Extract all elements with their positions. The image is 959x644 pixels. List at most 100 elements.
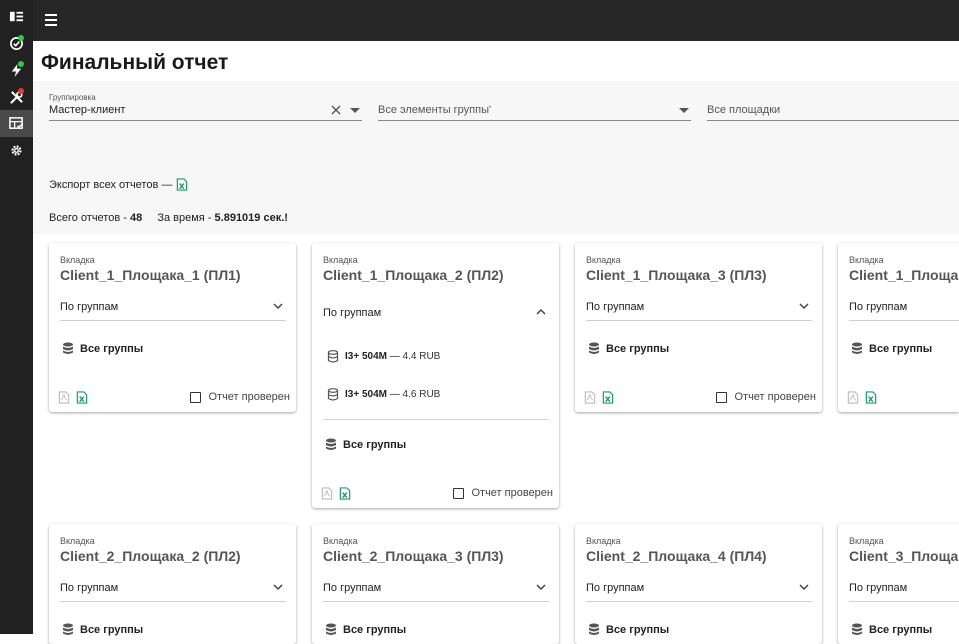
dropdown-caret-icon[interactable] <box>679 108 689 113</box>
chevron-down-icon <box>273 584 283 591</box>
checkbox-icon <box>716 391 728 403</box>
report-icon <box>9 117 24 129</box>
verified-checkbox[interactable]: Отчет проверен <box>716 391 816 403</box>
dropdown-caret-icon[interactable] <box>350 108 360 113</box>
rail-lightning-button[interactable] <box>0 57 33 84</box>
group-select[interactable]: По группам <box>323 578 549 602</box>
group-item-name: I3+ 504M <box>345 351 387 362</box>
card-title: Client_1_Площака_2 (ПЛ2) <box>323 267 504 283</box>
database-icon <box>327 350 339 363</box>
report-card: Вкладка Client_2_Площака_2 (ПЛ2) По груп… <box>49 524 296 644</box>
group-item-name: I3+ 504M <box>345 389 387 400</box>
group-elements-placeholder: Все элементы группы' <box>378 104 492 116</box>
card-caption: Вкладка <box>323 255 358 265</box>
group-item: I3+ 504M — 4.6 RUB <box>327 388 440 401</box>
card-footer <box>847 390 953 406</box>
rail-panel-button[interactable] <box>0 3 33 30</box>
verified-label: Отчет проверен <box>734 391 816 403</box>
group-select-label: По группам <box>849 582 908 594</box>
report-card: Вкладка Client_3_Площака По группам Все … <box>838 524 959 644</box>
all-groups-row: Все группы <box>325 623 406 636</box>
database-icon <box>589 623 599 635</box>
verified-checkbox[interactable]: Отчет проверен <box>453 487 553 499</box>
verified-label: Отчет проверен <box>208 391 290 403</box>
panel-icon <box>9 11 24 22</box>
pdf-file-icon[interactable] <box>321 487 333 500</box>
excel-file-icon[interactable] <box>339 487 351 500</box>
group-select[interactable]: По группам <box>849 578 959 602</box>
excel-file-icon[interactable] <box>76 391 88 404</box>
left-rail <box>0 0 33 634</box>
database-icon <box>589 342 599 354</box>
all-groups-label: Все группы <box>606 342 670 355</box>
group-select-label: По группам <box>849 301 908 313</box>
card-caption: Вкладка <box>323 536 358 546</box>
database-icon <box>63 623 73 635</box>
pdf-file-icon[interactable] <box>58 391 70 404</box>
status-dot-green <box>18 61 24 67</box>
checkbox-icon <box>190 391 202 403</box>
total-value: 48 <box>129 212 143 224</box>
report-card: Вкладка Client_1_Площака_3 (ПЛ3) По груп… <box>575 243 822 412</box>
database-icon <box>326 438 336 450</box>
rail-tools-button[interactable] <box>0 84 33 111</box>
group-elements-select[interactable]: Все элементы группы' <box>378 91 691 121</box>
card-caption: Вкладка <box>586 536 621 546</box>
all-groups-row: Все группы <box>851 623 932 636</box>
sites-placeholder: Все площадки <box>707 104 781 116</box>
grouping-select[interactable]: Группировка Мастер-клиент <box>49 91 362 121</box>
group-select-label: По группам <box>323 582 382 594</box>
checkbox-icon <box>453 487 465 499</box>
page-title: Финальный отчет <box>41 51 229 74</box>
group-select[interactable]: По группам <box>586 578 812 602</box>
card-footer: Отчет проверен <box>584 390 816 406</box>
top-bar <box>33 0 959 41</box>
rail-check-button[interactable] <box>0 30 33 57</box>
group-select[interactable]: По группам <box>849 297 959 321</box>
grouping-label: Группировка <box>49 93 96 102</box>
group-select[interactable]: По группам <box>60 297 286 321</box>
rail-settings-button[interactable] <box>0 137 33 164</box>
report-card: Вкладка Client_2_Площака_4 (ПЛ4) По груп… <box>575 524 822 644</box>
card-title: Client_2_Площака_4 (ПЛ4) <box>586 548 767 564</box>
card-title: Client_1_Площака_1 (ПЛ1) <box>60 267 241 283</box>
all-groups-label: Все группы <box>343 438 407 451</box>
gear-icon <box>11 145 22 156</box>
time-value: 5.891019 сек.! <box>214 212 288 224</box>
database-icon <box>326 623 336 635</box>
pdf-file-icon[interactable] <box>847 391 859 404</box>
chevron-down-icon <box>536 584 546 591</box>
all-groups-row: Все группы <box>588 623 669 636</box>
all-groups-row: Все группы <box>325 438 406 451</box>
card-caption: Вкладка <box>60 255 95 265</box>
group-select[interactable]: По группам <box>323 303 549 327</box>
excel-file-icon[interactable] <box>602 391 614 404</box>
card-title: Client_1_Площа <box>849 267 959 283</box>
menu-icon[interactable] <box>43 11 61 29</box>
card-title: Client_3_Площака <box>849 548 959 564</box>
verified-checkbox[interactable]: Отчет проверен <box>190 391 290 403</box>
card-caption: Вкладка <box>849 536 884 546</box>
filters-panel: Группировка Мастер-клиент Все элементы г… <box>33 81 959 234</box>
card-footer: Отчет проверен <box>58 390 290 406</box>
group-select[interactable]: По группам <box>60 578 286 602</box>
report-card: Вкладка Client_2_Площака_3 (ПЛ3) По груп… <box>312 524 559 644</box>
rail-report-button[interactable] <box>0 110 33 137</box>
sites-select[interactable]: Все площадки <box>707 91 959 121</box>
card-caption: Вкладка <box>60 536 95 546</box>
group-select-label: По группам <box>60 301 119 313</box>
time-label: За время - <box>157 212 215 224</box>
chevron-up-icon <box>536 308 546 315</box>
clear-icon[interactable] <box>330 104 342 116</box>
excel-file-icon[interactable] <box>865 391 877 404</box>
all-groups-row: Все группы <box>62 623 143 636</box>
pdf-file-icon[interactable] <box>584 391 596 404</box>
report-card: Вкладка Client_1_Площа По группам Все гр… <box>838 243 959 412</box>
excel-file-icon[interactable] <box>176 178 188 191</box>
group-select[interactable]: По группам <box>586 297 812 321</box>
card-caption: Вкладка <box>586 255 621 265</box>
all-groups-label: Все группы <box>869 342 933 355</box>
database-icon <box>63 342 73 354</box>
divider <box>323 419 549 420</box>
main-content: Финальный отчет Группировка Мастер-клиен… <box>33 41 959 644</box>
